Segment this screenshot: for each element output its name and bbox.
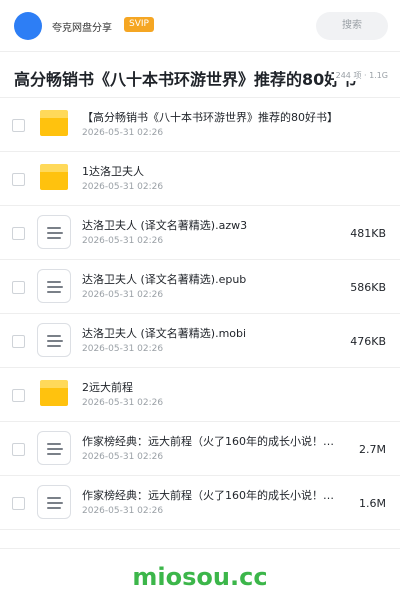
header-bar: 夸克网盘分享 SVIP 搜索	[0, 0, 400, 52]
folder-meta: 244 项 · 1.1G	[333, 70, 388, 81]
item-name: 达洛卫夫人 (译文名著精选).azw3	[82, 219, 248, 232]
document-icon	[37, 431, 71, 465]
item-size: 2.7M	[359, 443, 386, 456]
item-name: 1达洛卫夫人	[82, 165, 144, 178]
item-name: 【高分畅销书《八十本书环游世界》推荐的80好书】	[82, 111, 338, 124]
list-item[interactable]: 达洛卫夫人 (译文名著精选).azw3 2026-05-31 02:26 481…	[0, 206, 400, 260]
svip-badge: SVIP	[124, 17, 154, 32]
file-list: 【高分畅销书《八十本书环游世界》推荐的80好书】 2026-05-31 02:2…	[0, 98, 400, 530]
item-checkbox[interactable]	[12, 227, 25, 240]
item-checkbox[interactable]	[12, 281, 25, 294]
avatar[interactable]	[14, 12, 42, 40]
item-date: 2026-05-31 02:26	[82, 128, 164, 138]
item-size: 476KB	[350, 335, 386, 348]
document-icon	[37, 215, 71, 249]
item-name: 达洛卫夫人 (译文名著精选).epub	[82, 273, 247, 286]
item-name: 作家榜经典：远大前程（火了160年的成长小说！美国…	[82, 435, 344, 448]
list-item[interactable]: 【高分畅销书《八十本书环游世界》推荐的80好书】 2026-05-31 02:2…	[0, 98, 400, 152]
item-checkbox[interactable]	[12, 443, 25, 456]
item-checkbox[interactable]	[12, 335, 25, 348]
item-checkbox[interactable]	[12, 389, 25, 402]
brand-name: 夸克网盘分享	[52, 23, 112, 34]
item-date: 2026-05-31 02:26	[82, 236, 164, 246]
item-name: 达洛卫夫人 (译文名著精选).mobi	[82, 327, 247, 340]
item-date: 2026-05-31 02:26	[82, 290, 164, 300]
list-item[interactable]: 作家榜经典：远大前程（火了160年的成长小说！美国… 2026-05-31 02…	[0, 422, 400, 476]
list-item[interactable]: 2远大前程 2026-05-31 02:26	[0, 368, 400, 422]
folder-icon	[40, 164, 68, 190]
list-item[interactable]: 达洛卫夫人 (译文名著精选).epub 2026-05-31 02:26 586…	[0, 260, 400, 314]
item-checkbox[interactable]	[12, 497, 25, 510]
list-item[interactable]: 作家榜经典：远大前程（火了160年的成长小说！美国… 2026-05-31 02…	[0, 476, 400, 530]
item-date: 2026-05-31 02:26	[82, 344, 164, 354]
search-button[interactable]: 搜索	[316, 12, 388, 40]
document-icon	[37, 323, 71, 357]
item-name: 作家榜经典：远大前程（火了160年的成长小说！美国…	[82, 489, 344, 502]
list-item[interactable]: 达洛卫夫人 (译文名著精选).mobi 2026-05-31 02:26 476…	[0, 314, 400, 368]
document-icon	[37, 269, 71, 303]
item-name: 2远大前程	[82, 381, 133, 394]
watermark: miosou.cc	[132, 563, 268, 591]
item-size: 1.6M	[359, 497, 386, 510]
item-size: 481KB	[350, 227, 386, 240]
item-checkbox[interactable]	[12, 173, 25, 186]
item-size: 586KB	[350, 281, 386, 294]
folder-icon	[40, 110, 68, 136]
folder-icon	[40, 380, 68, 406]
list-item[interactable]: 1达洛卫夫人 2026-05-31 02:26	[0, 152, 400, 206]
folder-title-row: 高分畅销书《八十本书环游世界》推荐的80好书 244 项 · 1.1G	[0, 52, 400, 98]
item-checkbox[interactable]	[12, 119, 25, 132]
document-icon	[37, 485, 71, 519]
item-date: 2026-05-31 02:26	[82, 506, 164, 516]
item-date: 2026-05-31 02:26	[82, 182, 164, 192]
item-date: 2026-05-31 02:26	[82, 398, 164, 408]
item-date: 2026-05-31 02:26	[82, 452, 164, 462]
footer: miosou.cc	[0, 548, 400, 600]
page-title: 高分畅销书《八十本书环游世界》推荐的80好书	[14, 70, 357, 89]
